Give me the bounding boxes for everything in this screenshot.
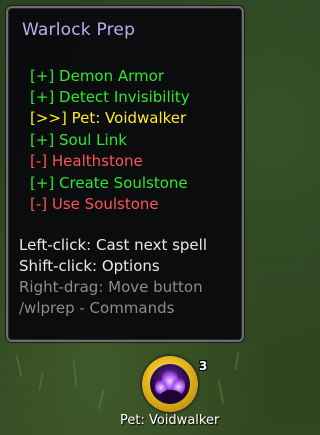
tooltip-title: Warlock Prep xyxy=(22,20,136,40)
hint-shift-click: Shift-click: Options xyxy=(19,257,160,275)
grass-blade xyxy=(72,359,78,387)
spell-detect-invisibility: [+] Detect Invisibility xyxy=(30,88,190,106)
button-label: Pet: Voidwalker xyxy=(120,413,220,428)
grass-blade xyxy=(97,390,105,410)
grass-blade xyxy=(15,355,23,377)
spell-demon-armor: [+] Demon Armor xyxy=(30,67,165,85)
warlock-prep-button[interactable] xyxy=(142,356,198,412)
grass-blade xyxy=(234,351,240,371)
warlock-prep-tooltip: Warlock Prep [+] Demon Armor [+] Detect … xyxy=(6,6,244,342)
hint-commands: /wlprep - Commands xyxy=(19,299,175,317)
grass-blade xyxy=(217,380,225,404)
grass-blade xyxy=(38,371,44,391)
spell-create-soulstone: [+] Create Soulstone xyxy=(30,174,188,192)
voidwalker-icon xyxy=(150,364,190,404)
spell-pet-voidwalker: [>>] Pet: Voidwalker xyxy=(30,109,187,127)
spell-use-soulstone: [-] Use Soulstone xyxy=(30,195,159,213)
spell-soul-link: [+] Soul Link xyxy=(30,131,127,149)
spell-healthstone: [-] Healthstone xyxy=(30,152,143,170)
hint-left-click: Left-click: Cast next spell xyxy=(19,236,207,254)
button-count-badge: 3 xyxy=(199,359,208,373)
hint-right-drag: Right-drag: Move button xyxy=(19,278,203,296)
